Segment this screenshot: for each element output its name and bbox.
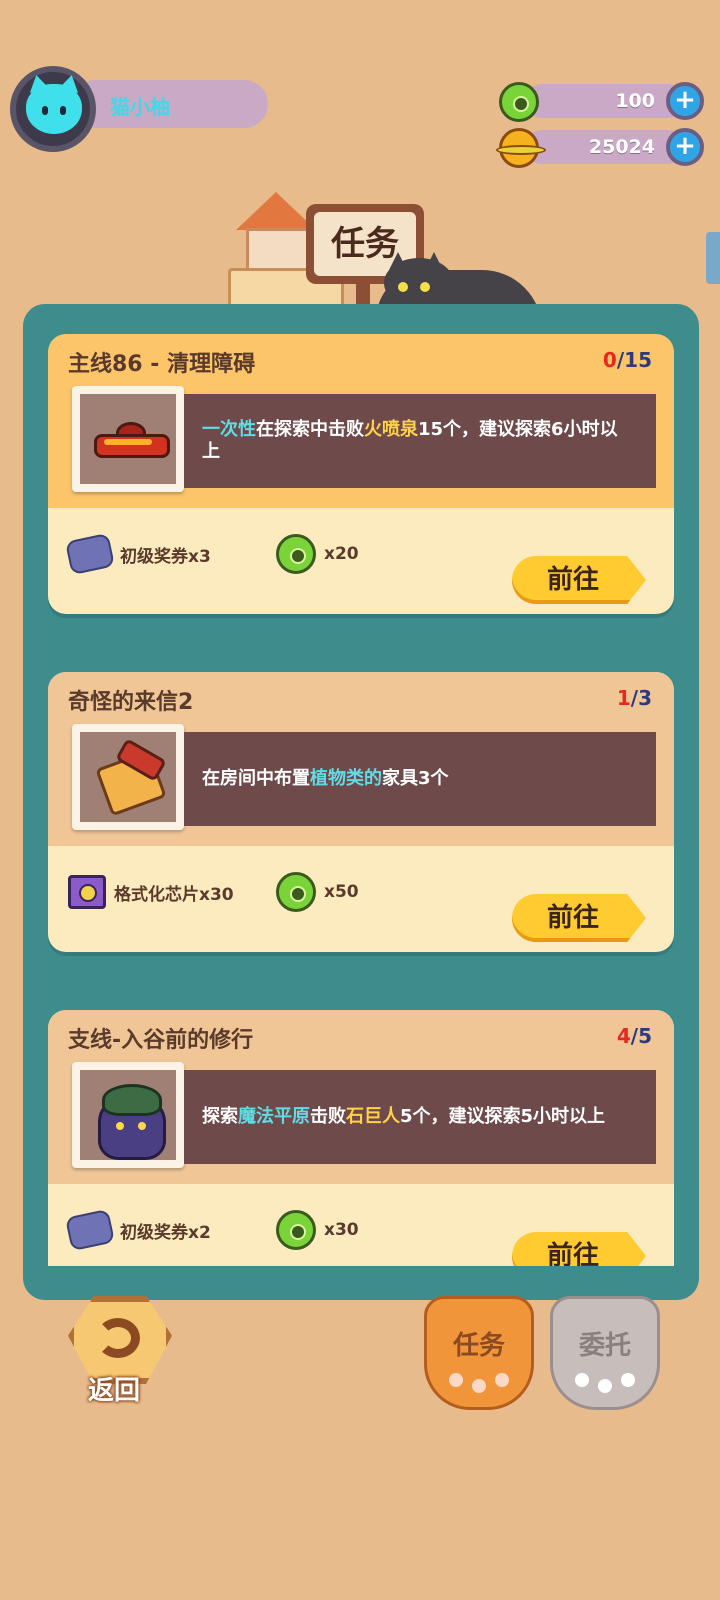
tab-tasks-label: 任务	[452, 1331, 505, 1361]
task-description: 一次性在探索中击败火喷泉15个，建议探索6小时以上	[202, 419, 618, 462]
task-progress: 1/3	[617, 686, 652, 710]
progress-total: 15	[624, 348, 652, 372]
task-description-box: 在房间中布置植物类的家具3个	[184, 732, 656, 826]
task-card-header: 支线-入谷前的修行 4/5 探索魔法平原击败石巨人5个，建议探索5小时以上	[48, 1010, 674, 1184]
progress-total: 3	[638, 686, 652, 710]
cat-avatar-icon	[26, 73, 82, 134]
ticket-icon	[64, 1208, 116, 1252]
player-profile[interactable]: 猫小柚	[10, 66, 268, 156]
task-card-header: 奇怪的来信2 1/3 在房间中布置植物类的家具3个	[48, 672, 674, 846]
add-gold-button[interactable]: +	[666, 128, 704, 166]
task-card: 奇怪的来信2 1/3 在房间中布置植物类的家具3个 格式化芯片x30 x50 前…	[48, 672, 674, 952]
task-description: 在房间中布置植物类的家具3个	[202, 768, 449, 789]
task-item-frame	[72, 724, 184, 830]
gold-planet-coin-icon	[496, 128, 546, 168]
green-donut-coin-icon	[276, 1210, 316, 1250]
task-card-header: 主线86 - 清理障碍 0/15 一次性在探索中击败火喷泉15个，建议探索6小时…	[48, 334, 674, 508]
currency-pill: 100	[525, 84, 685, 118]
tab-tasks[interactable]: 任务	[424, 1296, 534, 1410]
desc-highlight: 石巨人	[346, 1106, 400, 1127]
reward-label: 初级奖券x3	[120, 546, 211, 567]
reward-item: 初级奖券x2	[64, 1208, 211, 1252]
reward-item: x50	[276, 872, 359, 912]
go-button[interactable]: 前往	[512, 894, 646, 942]
task-progress: 4/5	[617, 1024, 652, 1048]
cat-ear	[424, 252, 444, 272]
task-description: 探索魔法平原击败石巨人5个，建议探索5小时以上	[202, 1106, 606, 1127]
go-button[interactable]: 前往	[512, 556, 646, 604]
task-description-box: 探索魔法平原击败石巨人5个，建议探索5小时以上	[184, 1070, 656, 1164]
tab-commissions-label: 委托	[578, 1331, 631, 1361]
paw-icon	[575, 1373, 589, 1387]
task-title: 奇怪的来信2	[68, 690, 194, 715]
task-title: 支线-入谷前的修行	[68, 1028, 254, 1053]
avatar[interactable]	[10, 66, 96, 152]
task-title: 主线86 - 清理障碍	[68, 352, 256, 377]
task-card: 主线86 - 清理障碍 0/15 一次性在探索中击败火喷泉15个，建议探索6小时…	[48, 334, 674, 614]
task-item-frame	[72, 1062, 184, 1168]
progress-current: 0	[602, 348, 617, 372]
progress-current: 4	[616, 1024, 631, 1048]
reward-label: 格式化芯片x30	[114, 884, 234, 905]
reward-item: 初级奖券x3	[64, 532, 211, 576]
back-label: 返回	[88, 1376, 141, 1406]
format-chip-icon	[68, 875, 106, 909]
reward-label: x20	[324, 544, 359, 564]
sign-post	[356, 284, 370, 304]
green-donut-coin-icon	[276, 534, 316, 574]
reward-label: 初级奖券x2	[120, 1222, 211, 1243]
green-donut-coin-icon	[276, 872, 316, 912]
currency-value: 25024	[588, 136, 655, 158]
add-donut-button[interactable]: +	[666, 82, 704, 120]
progress-current: 1	[616, 686, 631, 710]
progress-separator: /	[630, 1024, 639, 1048]
currency-value: 100	[615, 90, 655, 112]
task-progress: 0/15	[603, 348, 652, 372]
go-button[interactable]: 前往	[512, 1232, 646, 1266]
cat-eye	[420, 282, 430, 292]
desc-highlight: 植物类的	[310, 768, 382, 789]
currency-donut: 100 +	[499, 82, 704, 122]
progress-total: 5	[638, 1024, 652, 1048]
task-description-box: 一次性在探索中击败火喷泉15个，建议探索6小时以上	[184, 394, 656, 488]
player-name-pill: 猫小柚	[72, 80, 268, 128]
task-panel: 主线86 - 清理障碍 0/15 一次性在探索中击败火喷泉15个，建议探索6小时…	[23, 304, 699, 1300]
cat-ear	[388, 252, 408, 272]
back-button[interactable]: 返回	[68, 1296, 172, 1406]
task-item-frame	[72, 386, 184, 492]
progress-separator: /	[630, 686, 639, 710]
ticket-icon	[64, 532, 116, 576]
side-clip-tab[interactable]	[706, 232, 720, 284]
reward-item: 格式化芯片x30	[68, 872, 234, 912]
reward-label: x30	[324, 1220, 359, 1240]
currency-gold: 25024 +	[496, 128, 704, 168]
player-name: 猫小柚	[110, 95, 170, 119]
house-roof-decoration	[236, 192, 316, 230]
desc-highlight: 火喷泉	[364, 419, 418, 440]
reward-label: x50	[324, 882, 359, 902]
desc-highlight: 一次性	[202, 419, 256, 440]
reward-item: x30	[276, 1210, 359, 1250]
task-list[interactable]: 主线86 - 清理障碍 0/15 一次性在探索中击败火喷泉15个，建议探索6小时…	[48, 334, 674, 1266]
green-donut-coin-icon	[499, 82, 539, 122]
reward-item: x20	[276, 534, 359, 574]
paw-icon	[449, 1373, 463, 1387]
currency-pill: 25024	[525, 130, 685, 164]
tab-commissions[interactable]: 委托	[550, 1296, 660, 1410]
cat-eye	[398, 282, 408, 292]
desc-highlight: 魔法平原	[238, 1106, 310, 1127]
task-card: 支线-入谷前的修行 4/5 探索魔法平原击败石巨人5个，建议探索5小时以上 初级…	[48, 1010, 674, 1266]
